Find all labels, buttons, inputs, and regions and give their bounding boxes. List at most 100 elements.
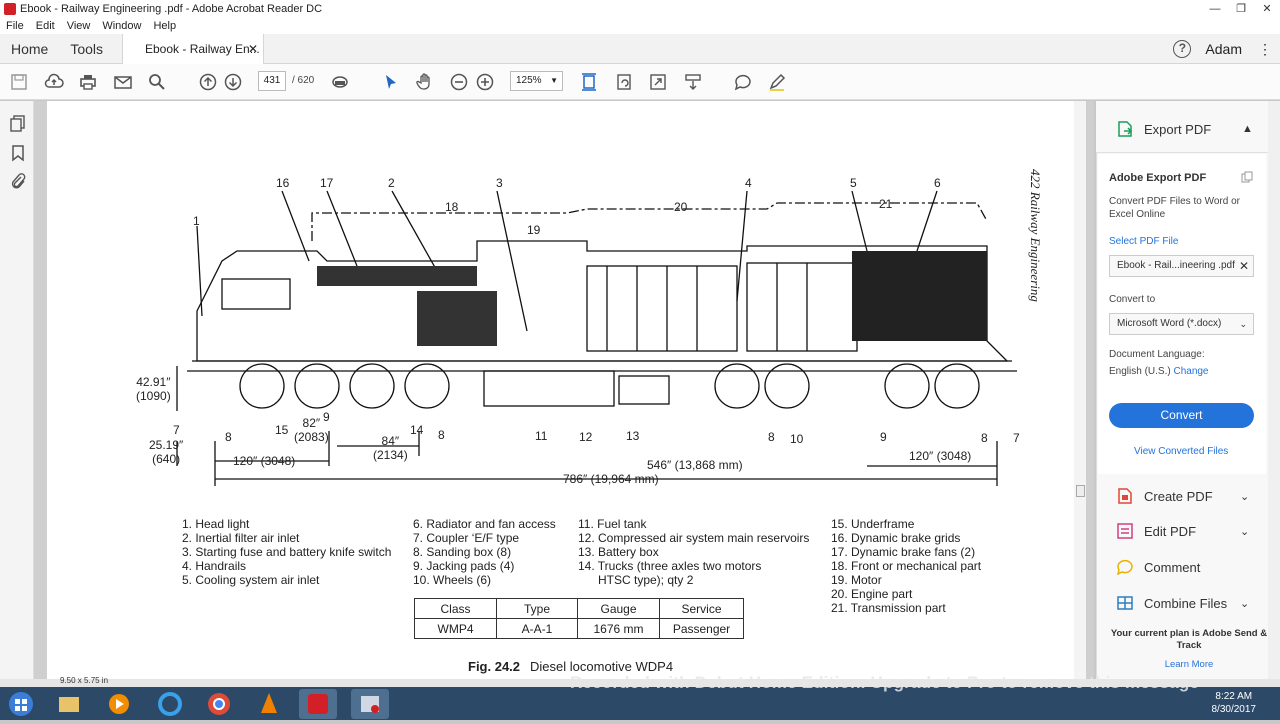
mail-icon[interactable] [113,72,133,92]
zoom-out-icon[interactable] [449,72,469,92]
menu-window[interactable]: Window [102,20,141,32]
figure-caption: Fig. 24.2 Diesel locomotive WDP4 [468,659,674,674]
page-total: / 620 [292,75,315,86]
document-scrollbar[interactable] [1074,101,1086,679]
restore-button[interactable]: ❐ [1228,0,1254,18]
file-explorer-icon[interactable] [50,689,88,719]
convert-button[interactable]: Convert [1109,403,1254,428]
scroll-thumb[interactable] [1076,485,1085,497]
create-pdf-label: Create PDF [1144,488,1213,504]
copy-icon[interactable] [1241,170,1253,183]
learn-more-link[interactable]: Learn More [1109,659,1269,671]
legend-column-4: 15. Underframe 16. Dynamic brake grids 1… [831,517,982,615]
window-title: Ebook - Railway Engineering .pdf - Adobe… [20,3,323,15]
more-icon[interactable]: ⋮ [1258,41,1272,58]
chevron-down-icon: ▼ [550,76,558,85]
zoom-value: 125% [516,75,542,86]
internet-explorer-icon[interactable] [151,689,189,719]
create-pdf-section[interactable]: Create PDF ⌄ [1116,487,1249,505]
tab-bar: Home Tools Ebook - Railway En... ✕ ? Ada… [0,34,1280,64]
export-pdf-section[interactable]: Export PDF ▲ [1116,120,1253,138]
clear-icon[interactable]: ✕ [1239,256,1249,276]
combine-files-section[interactable]: Combine Files ⌄ [1116,594,1249,612]
table-row: WMP4 A-A-1 1676 mm Passenger [414,618,744,639]
fit-page-icon[interactable] [579,72,599,92]
chevron-down-icon: ⌄ [1240,597,1250,610]
dim-front-overhang: 120″ (3048) [233,454,296,468]
plan-info: Your current plan is Adobe Send & Track … [1109,628,1269,671]
acrobat-icon [4,3,16,15]
dim-axle-spacing-1: 82″ (2083) [294,416,329,444]
running-header: 422 Railway Engineering [1028,169,1043,302]
tab-home[interactable]: Home [11,41,48,57]
change-language-link[interactable]: Change [1173,366,1208,377]
debut-recorder-icon[interactable] [351,689,389,719]
close-tab-icon[interactable]: ✕ [248,42,258,56]
edit-pdf-label: Edit PDF [1144,523,1197,539]
select-tool-icon[interactable] [381,72,401,92]
hand-tool-icon[interactable] [415,72,435,92]
card-description: Convert PDF Files to Word or Excel Onlin… [1109,196,1240,220]
help-icon[interactable]: ? [1173,40,1192,58]
pdf-page: 1 16 17 2 3 4 5 6 18 20 21 19 7 8 15 9 1… [47,101,1074,679]
select-file-link[interactable]: Select PDF File [1109,236,1178,247]
page-number-input[interactable]: 431 [258,71,286,91]
menu-edit[interactable]: Edit [36,20,55,32]
acrobat-taskbar-icon[interactable] [299,689,337,719]
print-icon[interactable] [78,72,98,92]
highlight-pen-icon[interactable] [767,72,787,92]
close-button[interactable]: ✕ [1254,0,1280,18]
next-page-icon[interactable] [223,72,243,92]
selected-file-field[interactable]: Ebook - Rail...ineering .pdf ✕ [1109,255,1254,277]
attachment-icon[interactable] [9,172,27,190]
menu-bar: File Edit View Window Help [0,18,1280,34]
save-icon[interactable] [9,72,29,92]
legend-column-3: 11. Fuel tank 12. Compressed air system … [578,517,810,587]
right-panel-scrollbar[interactable] [1268,101,1280,679]
rotate-icon[interactable] [614,72,634,92]
page-thumbnails-icon[interactable] [9,114,27,132]
tab-tools[interactable]: Tools [70,41,103,57]
full-screen-icon[interactable] [648,72,668,92]
scroll-mode-icon[interactable] [330,72,350,92]
chevron-down-icon: ⌄ [1240,525,1250,538]
bookmark-icon[interactable] [9,144,27,162]
tab-document-label: Ebook - Railway En... [145,42,260,56]
read-mode-icon[interactable] [683,72,703,92]
upload-icon[interactable] [44,72,64,92]
chrome-icon[interactable] [200,689,238,719]
previous-page-icon[interactable] [198,72,218,92]
chevron-up-icon: ▲ [1242,123,1253,135]
search-icon[interactable] [147,72,167,92]
dim-overall-length: 786″ (19,964 mm) [563,472,659,486]
zoom-in-icon[interactable] [475,72,495,92]
menu-view[interactable]: View [67,20,91,32]
combine-files-icon [1117,596,1133,610]
table-row: Class Type Gauge Service [414,598,744,619]
comment-icon[interactable] [733,72,753,92]
comment-label: Comment [1144,559,1201,575]
convert-to-label: Convert to [1109,294,1156,305]
edit-pdf-section[interactable]: Edit PDF ⌄ [1116,522,1249,540]
user-name[interactable]: Adam [1205,41,1242,57]
convert-to-select[interactable]: Microsoft Word (*.docx) ⌄ [1109,313,1254,335]
legend-column-2: 6. Radiator and fan access 7. Coupler ‘E… [413,517,556,587]
zoom-select[interactable]: 125% ▼ [510,71,563,91]
system-clock[interactable]: 8:22 AM 8/30/2017 [1212,690,1257,716]
start-button[interactable] [3,689,39,719]
document-viewer[interactable]: 1 16 17 2 3 4 5 6 18 20 21 19 7 8 15 9 1… [34,101,1094,679]
menu-file[interactable]: File [6,20,24,32]
spec-table: Class Type Gauge Service WMP4 A-A-1 1676… [414,598,744,639]
media-player-icon[interactable] [100,689,138,719]
document-language-label: Document Language: [1109,349,1205,360]
recording-watermark: Recorded with Debut Home Edition. Upgrad… [570,673,1200,692]
menu-help[interactable]: Help [153,20,176,32]
toolbar [0,64,1280,100]
chevron-down-icon: ⌄ [1239,319,1247,329]
minimize-button[interactable]: — [1202,0,1228,18]
vlc-icon[interactable] [250,689,288,719]
export-pdf-icon [1118,121,1133,137]
comment-section[interactable]: Comment [1116,558,1200,576]
tab-document[interactable]: Ebook - Railway En... ✕ [122,34,264,64]
view-converted-files-link[interactable]: View Converted Files [1134,446,1228,457]
